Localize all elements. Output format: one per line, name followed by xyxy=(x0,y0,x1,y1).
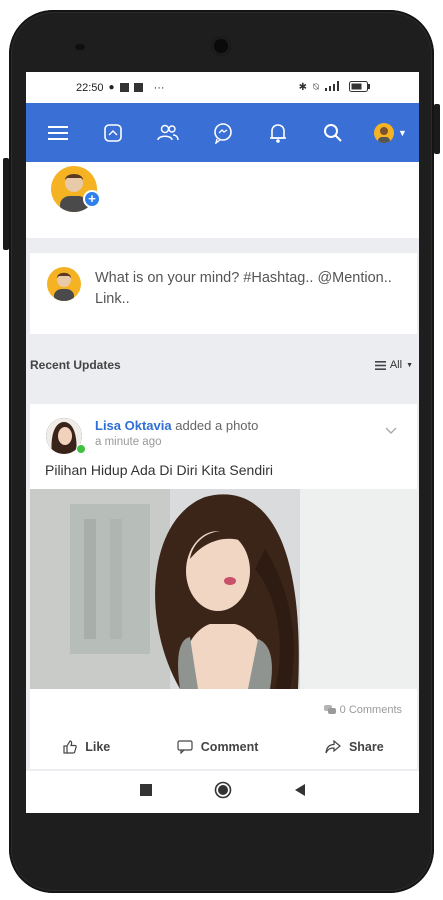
mute-icon: ⍉ xyxy=(313,82,319,93)
front-camera xyxy=(211,36,231,56)
comment-button[interactable]: Comment xyxy=(177,740,259,754)
friends-icon[interactable] xyxy=(154,119,182,147)
search-icon[interactable] xyxy=(319,119,347,147)
post-header: Lisa Oktavia added a photo xyxy=(95,418,258,433)
top-navigation-bar: ▼ xyxy=(26,103,419,162)
post-card: Lisa Oktavia added a photo a minute ago … xyxy=(30,404,417,769)
post-timestamp: a minute ago xyxy=(95,436,162,448)
thumbs-up-icon xyxy=(63,740,78,754)
system-navigation-bar xyxy=(26,771,419,813)
chevron-down-icon: ▼ xyxy=(398,127,407,138)
profile-menu[interactable]: ▼ xyxy=(374,122,407,143)
back-button[interactable] xyxy=(294,783,306,801)
add-story-icon[interactable]: + xyxy=(83,190,101,208)
comments-count[interactable]: 0 Comments xyxy=(323,704,402,716)
recent-updates-header: Recent Updates All ▼ xyxy=(26,350,419,380)
home-button[interactable] xyxy=(214,781,232,804)
comment-icon xyxy=(177,740,193,754)
compose-avatar xyxy=(47,267,81,301)
profile-avatar xyxy=(374,122,394,143)
battery-icon xyxy=(349,80,371,95)
power-button xyxy=(434,104,440,154)
earpiece-speaker xyxy=(75,44,85,50)
comment-bubbles-icon xyxy=(323,705,336,714)
home-icon[interactable] xyxy=(99,119,127,147)
compose-input[interactable]: What is on your mind? #Hashtag.. @Mentio… xyxy=(95,268,395,310)
messages-icon[interactable] xyxy=(209,119,237,147)
recents-button[interactable] xyxy=(139,783,152,801)
post-action-text: added a photo xyxy=(175,418,259,433)
compose-card: What is on your mind? #Hashtag.. @Mentio… xyxy=(30,253,417,334)
post-text: Pilihan Hidup Ada Di Diri Kita Sendiri xyxy=(45,462,273,478)
recent-updates-title: Recent Updates xyxy=(30,358,121,372)
app-notification-icon xyxy=(119,83,129,92)
app-screen: 22:50 ● ··· ✱ ⍉ ▼ + What is on your mind… xyxy=(26,72,419,813)
list-icon xyxy=(374,360,386,370)
share-label: Share xyxy=(348,740,384,754)
signal-icon xyxy=(325,81,343,94)
author-name-link[interactable]: Lisa Oktavia xyxy=(95,418,172,433)
online-status-indicator xyxy=(76,444,86,454)
more-notifications-icon: ··· xyxy=(153,81,165,94)
status-bar: 22:50 ● ··· ✱ ⍉ xyxy=(26,72,419,103)
like-button[interactable]: Like xyxy=(63,740,110,754)
status-time: 22:50 xyxy=(76,81,104,94)
like-label: Like xyxy=(85,740,111,754)
post-options-icon[interactable] xyxy=(385,422,397,440)
bluetooth-icon: ✱ xyxy=(298,82,307,93)
share-button[interactable]: Share xyxy=(325,740,384,754)
comment-label: Comment xyxy=(200,740,259,754)
menu-icon[interactable] xyxy=(44,119,72,147)
app-notification-icon xyxy=(133,83,143,92)
comments-count-label: 0 Comments xyxy=(339,704,402,716)
chevron-down-icon: ▼ xyxy=(406,361,413,369)
share-icon xyxy=(325,740,341,754)
stories-card: + xyxy=(26,162,419,238)
post-actions: Like Comment Share xyxy=(30,732,417,762)
filter-label: All xyxy=(389,359,403,371)
post-photo[interactable] xyxy=(30,489,417,689)
volume-button xyxy=(3,158,9,250)
feed-filter-dropdown[interactable]: All ▼ xyxy=(374,359,413,371)
notifications-icon[interactable] xyxy=(264,119,292,147)
chat-notification-icon: ● xyxy=(108,82,115,93)
